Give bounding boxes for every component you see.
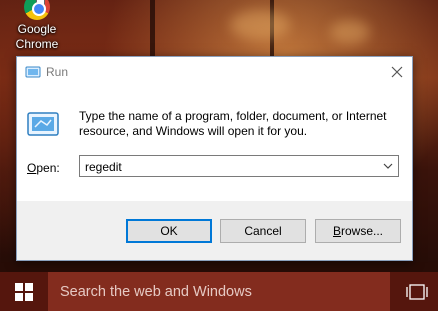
browse-button[interactable]: Browse... <box>315 219 401 243</box>
open-input[interactable]: regedit <box>85 160 122 174</box>
open-combobox[interactable]: regedit <box>79 155 399 177</box>
start-button[interactable] <box>0 272 48 311</box>
run-icon <box>25 66 41 78</box>
cancel-button[interactable]: Cancel <box>220 219 306 243</box>
search-placeholder: Search the web and Windows <box>60 284 252 300</box>
dialog-description: Type the name of a program, folder, docu… <box>79 109 387 138</box>
dialog-footer: OK Cancel Browse... <box>17 201 412 260</box>
desktop-icon-label: Google Chrome <box>15 22 59 51</box>
task-view-icon <box>406 284 428 300</box>
desktop-icon-google-chrome[interactable]: Google Chrome <box>6 0 68 52</box>
wallpaper-light <box>230 10 290 40</box>
wallpaper-shape <box>0 262 438 272</box>
taskbar-search[interactable]: Search the web and Windows <box>48 272 390 311</box>
close-icon <box>391 66 403 78</box>
open-label: Open: <box>27 161 60 175</box>
title-bar[interactable]: Run <box>17 57 412 87</box>
task-view-button[interactable] <box>396 272 438 311</box>
dialog-title: Run <box>46 65 69 79</box>
chevron-down-icon[interactable] <box>382 159 394 173</box>
ok-button[interactable]: OK <box>126 219 212 243</box>
wallpaper-shape <box>150 0 155 60</box>
taskbar: Search the web and Windows <box>0 272 438 311</box>
close-button[interactable] <box>382 57 412 87</box>
dialog-body: Type the name of a program, folder, docu… <box>17 87 412 201</box>
run-dialog: Run Type the name of a program, folder, … <box>16 56 413 261</box>
shortcut-arrow-icon <box>36 0 45 5</box>
wallpaper-light <box>330 20 370 44</box>
windows-start-icon <box>15 283 33 301</box>
run-icon <box>27 112 59 136</box>
chrome-icon <box>24 0 50 20</box>
